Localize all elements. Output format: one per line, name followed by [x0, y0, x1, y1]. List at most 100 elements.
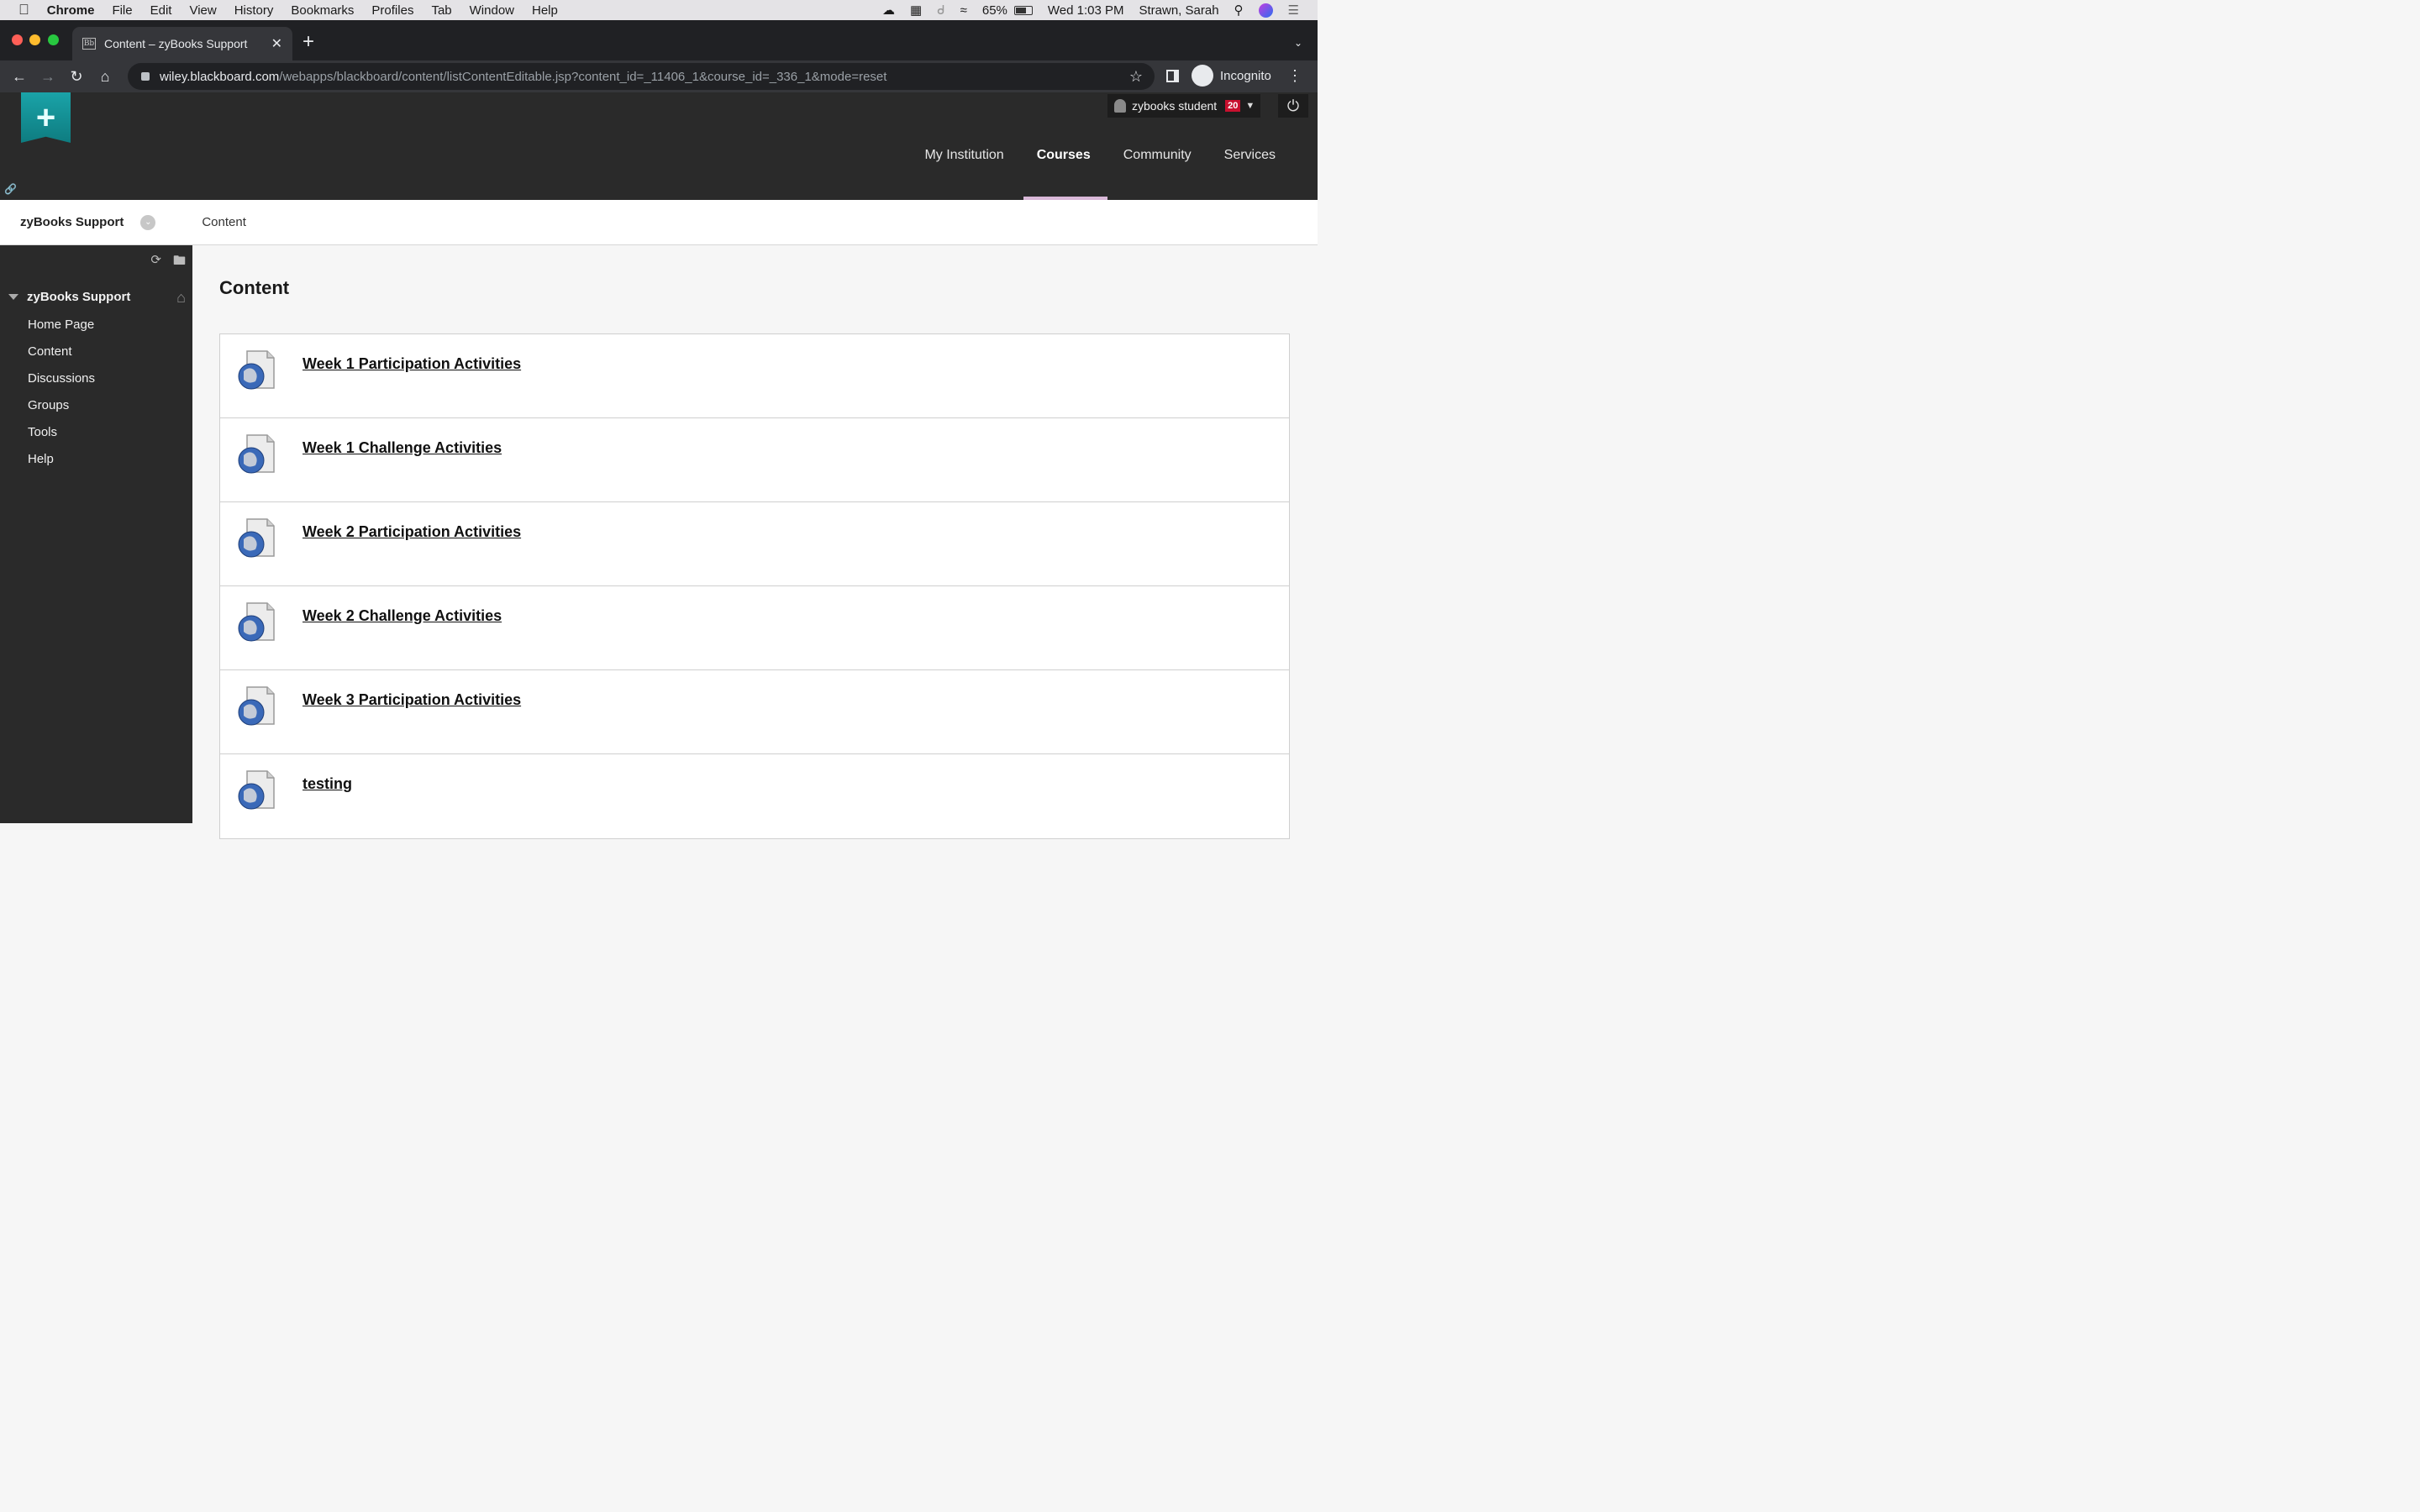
list-item: Week 2 Challenge Activities [220, 586, 1289, 670]
window-minimize-button[interactable] [29, 34, 40, 45]
forward-button[interactable]: → [34, 68, 62, 86]
url-host: wiley.blackboard.com [160, 69, 280, 84]
incognito-label: Incognito [1220, 68, 1271, 83]
caret-down-icon: ▼ [1245, 101, 1255, 111]
reload-button[interactable]: ↻ [62, 68, 91, 86]
breadcrumb: zyBooks Support ⌄ Content [0, 200, 1318, 245]
menu-help[interactable]: Help [532, 3, 558, 18]
course-menu-item-groups[interactable]: Groups [28, 398, 95, 425]
content-list: Week 1 Participation Activities Week 1 C… [219, 333, 1290, 839]
list-item: Week 2 Participation Activities [220, 502, 1289, 586]
vpn-icon[interactable]: ▦ [910, 3, 922, 18]
menu-tab[interactable]: Tab [431, 3, 451, 18]
tab-favicon: Bb [82, 38, 96, 50]
battery-icon[interactable] [1013, 5, 1033, 15]
cloud-icon[interactable]: ☁ [882, 3, 895, 18]
menu-bookmarks[interactable]: Bookmarks [291, 3, 354, 18]
user-icon [1114, 99, 1126, 113]
control-center-icon[interactable]: ☰ [1288, 3, 1299, 18]
siri-icon[interactable] [1258, 3, 1273, 18]
content-item-link[interactable]: Week 2 Participation Activities [302, 523, 521, 541]
web-link-icon [238, 602, 275, 642]
web-link-icon [238, 350, 275, 390]
link-icon[interactable]: 🔗 [4, 183, 17, 195]
web-link-icon [238, 770, 275, 810]
menu-app-name[interactable]: Chrome [47, 3, 95, 18]
main-content: Content Week 1 Participation Activities … [192, 245, 1318, 839]
incognito-profile-button[interactable]: Incognito [1192, 65, 1271, 87]
content-item-link[interactable]: Week 1 Participation Activities [302, 355, 521, 373]
web-link-icon [238, 434, 275, 474]
tab-community[interactable]: Community [1123, 148, 1192, 163]
blackboard-logo[interactable]: + [21, 92, 71, 143]
chevron-down-icon[interactable]: ⌄ [140, 214, 156, 230]
home-button[interactable]: ⌂ [91, 68, 119, 86]
current-user[interactable]: Strawn, Sarah [1139, 3, 1219, 18]
course-menu-item-content[interactable]: Content [28, 344, 95, 371]
course-menu-title[interactable]: zyBooks Support [8, 290, 130, 304]
web-link-icon [238, 686, 275, 726]
macos-menu-bar:  Chrome File Edit View History Bookmark… [0, 0, 1318, 20]
browser-toolbar: ← → ↻ ⌂ wiley.blackboard.com /webapps/bl… [0, 60, 1318, 92]
content-item-link[interactable]: testing [302, 775, 352, 793]
menu-window[interactable]: Window [470, 3, 514, 18]
course-menu: ⟳ 🖿 zyBooks Support ⌂ Home Page Content … [0, 245, 192, 823]
collapse-triangle-icon[interactable] [8, 294, 18, 300]
breadcrumb-course[interactable]: zyBooks Support [20, 215, 124, 229]
tab-strip: Bb Content – zyBooks Support ✕ + ⌄ [0, 20, 1318, 60]
apple-icon[interactable]:  [18, 2, 29, 18]
bookmark-star-icon[interactable]: ☆ [1129, 68, 1143, 86]
address-bar[interactable]: wiley.blackboard.com /webapps/blackboard… [128, 63, 1155, 90]
spotlight-icon[interactable]: ⚲ [1234, 3, 1244, 18]
tab-services[interactable]: Services [1224, 148, 1276, 163]
tab-title: Content – zyBooks Support [104, 37, 248, 50]
course-menu-item-help[interactable]: Help [28, 452, 95, 479]
folder-icon[interactable]: 🖿 [173, 252, 186, 273]
back-button[interactable]: ← [5, 68, 34, 86]
menu-view[interactable]: View [189, 3, 216, 18]
page-title: Content [219, 277, 290, 298]
menu-history[interactable]: History [234, 3, 274, 18]
new-tab-button[interactable]: + [302, 32, 314, 52]
tab-courses[interactable]: Courses [1037, 148, 1091, 163]
tab-close-icon[interactable]: ✕ [271, 35, 282, 52]
user-menu-button[interactable]: zybooks student 20 ▼ [1107, 94, 1260, 118]
course-menu-item-tools[interactable]: Tools [28, 425, 95, 452]
menu-profiles[interactable]: Profiles [371, 3, 413, 18]
battery-percent: 65% [981, 3, 1007, 18]
window-close-button[interactable] [12, 34, 23, 45]
breadcrumb-current-page: Content [202, 215, 246, 229]
content-item-link[interactable]: Week 1 Challenge Activities [302, 439, 502, 457]
window-zoom-button[interactable] [48, 34, 59, 45]
menu-edit[interactable]: Edit [150, 3, 172, 18]
list-item: Week 3 Participation Activities [220, 670, 1289, 754]
content-item-link[interactable]: Week 3 Participation Activities [302, 691, 521, 709]
lock-icon[interactable] [141, 72, 150, 81]
clock[interactable]: Wed 1:03 PM [1048, 3, 1124, 18]
browser-tab-active[interactable]: Bb Content – zyBooks Support ✕ [72, 27, 292, 60]
bluetooth-icon[interactable]: ᑯ [937, 3, 944, 18]
refresh-icon[interactable]: ⟳ [150, 252, 161, 273]
notification-badge: 20 [1225, 100, 1241, 112]
web-link-icon [238, 518, 275, 558]
tab-my-institution[interactable]: My Institution [924, 148, 1003, 163]
menu-file[interactable]: File [112, 3, 132, 18]
course-menu-tools: ⟳ 🖿 [150, 252, 186, 273]
course-menu-title-label: zyBooks Support [27, 290, 131, 304]
top-navigation: My Institution Courses Community Service… [924, 148, 1276, 163]
course-menu-list: Home Page Content Discussions Groups Too… [28, 318, 95, 479]
url-path: /webapps/blackboard/content/listContentE… [279, 69, 887, 84]
wifi-icon[interactable]: ≈ [960, 3, 967, 18]
tab-search-chevron-icon[interactable]: ⌄ [1294, 37, 1302, 49]
content-item-link[interactable]: Week 2 Challenge Activities [302, 607, 502, 625]
chrome-menu-icon[interactable]: ⋮ [1287, 67, 1302, 85]
course-menu-item-discussions[interactable]: Discussions [28, 371, 95, 398]
incognito-icon [1192, 65, 1213, 87]
home-icon[interactable]: ⌂ [176, 289, 186, 307]
course-menu-item-home-page[interactable]: Home Page [28, 318, 95, 344]
logout-power-icon[interactable]: ⏻ [1278, 94, 1308, 118]
list-item: testing [220, 754, 1289, 838]
user-name: zybooks student [1132, 99, 1218, 113]
list-item: Week 1 Participation Activities [220, 334, 1289, 418]
side-panel-icon[interactable] [1166, 70, 1179, 82]
